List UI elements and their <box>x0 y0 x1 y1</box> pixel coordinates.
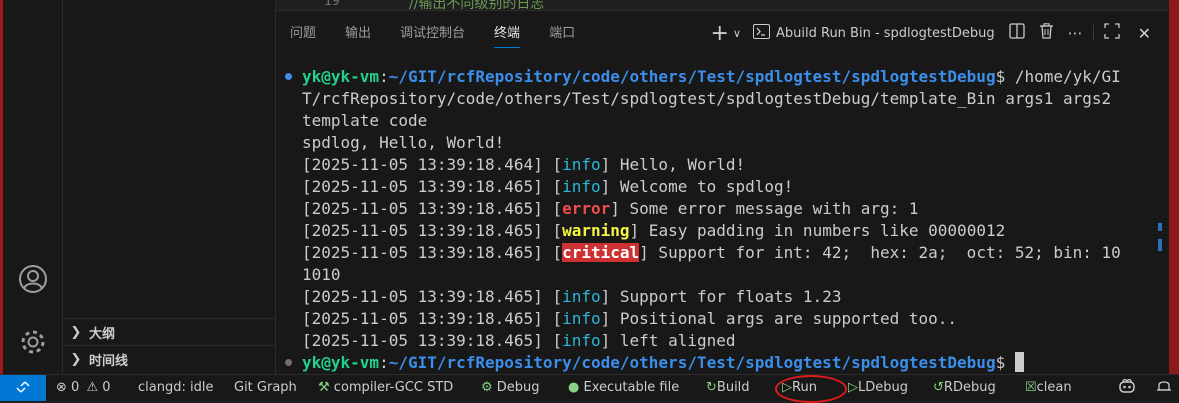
terminal-icon <box>753 23 770 43</box>
log-line: [2025-11-05 13:39:18.465] [error] Some e… <box>302 199 919 218</box>
log-line: [2025-11-05 13:39:18.465] [info] left al… <box>302 331 736 350</box>
build-icon: ↻ <box>706 380 717 395</box>
terminal-output[interactable]: yk@yk-vm:~/GIT/rcfRepository/code/others… <box>276 66 1154 374</box>
terminal-line: template code <box>302 111 428 130</box>
close-panel-icon[interactable]: ✕ <box>1138 24 1151 43</box>
command-success-dot[interactable] <box>285 73 292 80</box>
panel-toolbar: + ∨ Abuild Run Bin - spdlogtestDebug ⋯ ✕ <box>711 20 1170 46</box>
log-level-critical: critical <box>562 243 640 262</box>
log-level-error: error <box>562 199 611 218</box>
tab-terminal[interactable]: 终端 <box>494 22 521 48</box>
gear-icon[interactable] <box>18 327 48 357</box>
problems-button[interactable]: ⊗ 0 ⚠ 0 <box>56 375 111 401</box>
error-icon: ⊗ <box>56 380 67 395</box>
remote-indicator-button[interactable] <box>0 375 46 401</box>
lightbulb-icon: ● <box>568 380 580 395</box>
trash-icon[interactable] <box>1039 23 1054 43</box>
sidebar: ❯ 大纲 ❯ 时间线 <box>63 0 276 374</box>
chevron-right-icon: ❯ <box>70 324 82 340</box>
editor-area[interactable]: 19 //输出不同级别的日志 <box>276 0 1169 10</box>
log-line: [2025-11-05 13:39:18.464] [info] Hello, … <box>302 155 746 174</box>
terminal-prompt-line: yk@yk-vm:~/GIT/rcfRepository/code/others… <box>302 352 1024 374</box>
log-level-info: info <box>562 177 601 196</box>
log-line: [2025-11-05 13:39:18.465] [critical] Sup… <box>302 243 1121 262</box>
terminal-line: T/rcfRepository/code/others/Test/spdlogt… <box>302 89 1112 108</box>
log-line: [2025-11-05 13:39:18.465] [info] Positio… <box>302 309 958 328</box>
copilot-icon[interactable] <box>1118 375 1136 401</box>
terminal-cursor <box>1014 352 1024 372</box>
tab-ports[interactable]: 端口 <box>549 22 575 48</box>
chevron-down-icon[interactable]: ∨ <box>733 27 741 40</box>
git-graph-button[interactable]: Git Graph <box>234 375 297 401</box>
debug-config-button[interactable]: ⚙ Debug <box>481 375 540 401</box>
log-level-info: info <box>562 331 601 350</box>
tab-problems[interactable]: 问题 <box>290 22 316 48</box>
log-level-info: info <box>562 287 601 306</box>
terminal-name[interactable]: Abuild Run Bin - spdlogtestDebug <box>776 26 995 41</box>
chevron-right-icon: ❯ <box>70 351 82 367</box>
log-line: [2025-11-05 13:39:18.465] [warning] Easy… <box>302 221 1006 240</box>
clean-button[interactable]: ☒clean <box>1025 375 1072 401</box>
window-edge-right <box>1169 0 1179 374</box>
clangd-status[interactable]: clangd: idle <box>138 375 213 401</box>
log-level-info: info <box>562 155 601 174</box>
maximize-panel-icon[interactable] <box>1103 23 1120 43</box>
split-terminal-icon[interactable] <box>1008 23 1025 43</box>
build-button[interactable]: ↻Build <box>706 375 750 401</box>
notifications-bell-icon[interactable] <box>1156 375 1172 401</box>
log-line: [2025-11-05 13:39:18.465] [info] Welcome… <box>302 177 794 196</box>
sidebar-section-label: 时间线 <box>89 353 129 369</box>
rdebug-button[interactable]: ↺RDebug <box>933 375 996 401</box>
log-level-info: info <box>562 309 601 328</box>
trash-icon: ☒ <box>1025 380 1037 395</box>
tab-output[interactable]: 输出 <box>345 22 371 48</box>
activity-bar <box>3 0 63 374</box>
account-icon[interactable] <box>18 264 48 294</box>
sidebar-section-outline[interactable]: ❯ 大纲 <box>63 318 275 345</box>
log-line-wrap: 1010 <box>302 265 341 284</box>
executable-button[interactable]: ● Executable file <box>568 375 679 401</box>
gear-icon: ⚙ <box>481 380 493 395</box>
debug-play-icon: ▷ <box>848 380 858 395</box>
status-bar: ⊗ 0 ⚠ 0 clangd: idle Git Graph ⚒ compile… <box>0 374 1179 403</box>
command-pending-dot[interactable] <box>285 359 292 366</box>
panel-tabs: 问题 输出 调试控制台 终端 端口 <box>290 22 604 48</box>
tab-debug-console[interactable]: 调试控制台 <box>400 22 465 48</box>
bottom-panel: 问题 输出 调试控制台 终端 端口 + ∨ Abuild Run Bin - s… <box>276 10 1169 375</box>
terminal-line: spdlog, Hello, World! <box>302 133 505 152</box>
line-number: 19 <box>324 0 340 9</box>
terminal-prompt-line: yk@yk-vm:~/GIT/rcfRepository/code/others… <box>302 67 1121 86</box>
remote-debug-icon: ↺ <box>933 380 944 395</box>
annotation-circle <box>775 375 847 403</box>
log-line: [2025-11-05 13:39:18.465] [info] Support… <box>302 287 842 306</box>
more-actions-icon[interactable]: ⋯ <box>1068 24 1083 42</box>
ldebug-button[interactable]: ▷LDebug <box>848 375 908 401</box>
sidebar-section-label: 大纲 <box>89 326 116 342</box>
tools-icon: ⚒ <box>318 380 330 395</box>
scrollbar-marker[interactable] <box>1158 223 1162 231</box>
sidebar-section-timeline[interactable]: ❯ 时间线 <box>63 345 275 372</box>
warning-icon: ⚠ <box>86 380 99 395</box>
log-level-warning: warning <box>562 221 630 240</box>
scrollbar-marker[interactable] <box>1158 239 1162 251</box>
compiler-button[interactable]: ⚒ compiler-GCC STD <box>318 375 453 401</box>
code-comment: //输出不同级别的日志 <box>409 0 545 10</box>
divider <box>1092 25 1094 41</box>
new-terminal-plus-icon[interactable]: + <box>711 21 729 46</box>
remote-icon <box>16 381 30 393</box>
